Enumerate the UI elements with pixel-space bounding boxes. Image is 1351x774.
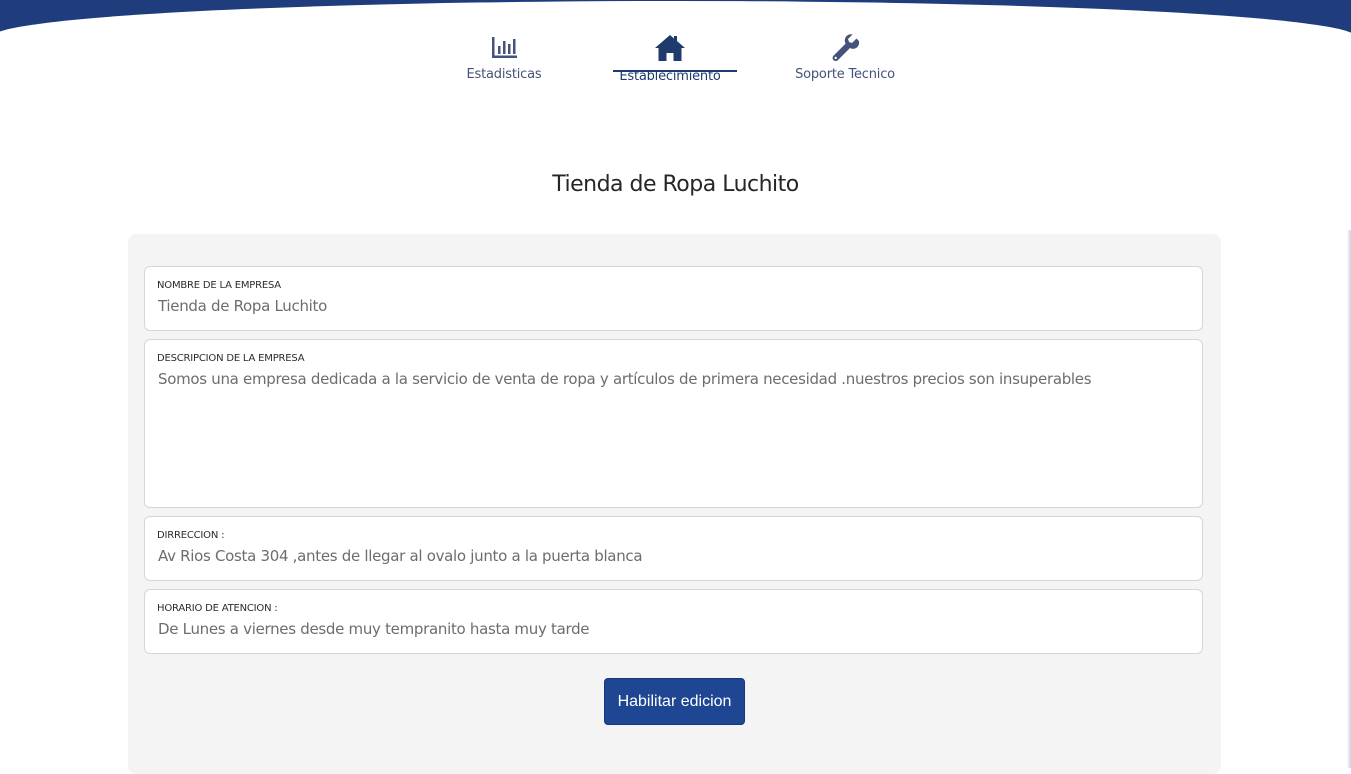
- page-title: Tienda de Ropa Luchito: [552, 172, 799, 197]
- opening-hours-field[interactable]: HORARIO DE ATENCION : De Lunes a viernes…: [144, 589, 1203, 654]
- nav-item-establecimiento[interactable]: Establecimiento: [600, 30, 740, 84]
- nav-item-estadisticas[interactable]: Estadisticas: [434, 30, 574, 82]
- company-name-field[interactable]: NOMBRE DE LA EMPRESA Tienda de Ropa Luch…: [144, 266, 1203, 331]
- nav-item-soporte-tecnico[interactable]: Soporte Tecnico: [775, 30, 915, 82]
- page-edge-shadow: [1347, 230, 1351, 768]
- wrench-icon: [832, 34, 860, 61]
- company-description-field[interactable]: DESCRIPCION DE LA EMPRESA Somos una empr…: [144, 339, 1203, 508]
- active-tab-indicator: [613, 70, 737, 72]
- enable-edit-button[interactable]: Habilitar edicion: [604, 678, 745, 725]
- address-field[interactable]: DIRRECCION : Av Rios Costa 304 ,antes de…: [144, 516, 1203, 581]
- address-value[interactable]: Av Rios Costa 304 ,antes de llegar al ov…: [158, 547, 643, 565]
- nav-label-estadisticas: Estadisticas: [466, 67, 542, 82]
- address-label: DIRRECCION :: [157, 530, 225, 541]
- company-name-label: NOMBRE DE LA EMPRESA: [157, 280, 281, 291]
- establishment-form-card: NOMBRE DE LA EMPRESA Tienda de Ropa Luch…: [128, 234, 1221, 774]
- main-nav: Estadisticas Establecimiento Soporte Tec…: [0, 30, 1351, 100]
- nav-label-soporte-tecnico: Soporte Tecnico: [795, 67, 895, 82]
- bar-chart-icon: [492, 37, 517, 58]
- company-description-value[interactable]: Somos una empresa dedicada a la servicio…: [158, 370, 1092, 388]
- opening-hours-label: HORARIO DE ATENCION :: [157, 603, 278, 614]
- home-icon: [655, 35, 685, 61]
- company-description-label: DESCRIPCION DE LA EMPRESA: [157, 353, 305, 364]
- opening-hours-value[interactable]: De Lunes a viernes desde muy tempranito …: [158, 620, 590, 638]
- company-name-value[interactable]: Tienda de Ropa Luchito: [158, 297, 327, 315]
